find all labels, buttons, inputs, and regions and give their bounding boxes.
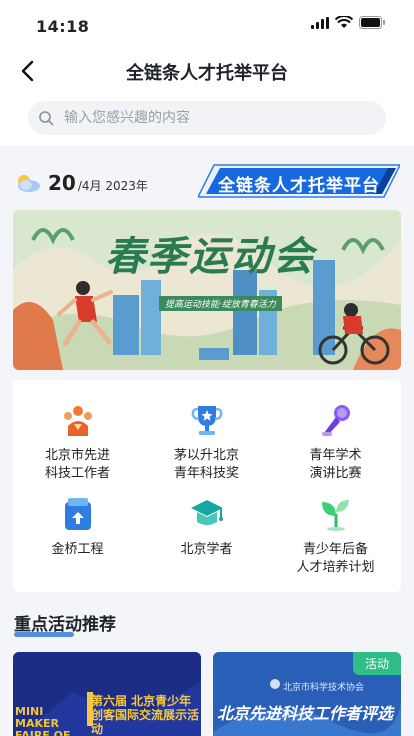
search-input[interactable]: [64, 110, 364, 126]
trophy-icon: [191, 406, 222, 435]
status-time: 14:18: [36, 17, 90, 36]
grid-item-label: 金桥工程: [51, 542, 104, 557]
search-box[interactable]: [28, 101, 386, 135]
date-row: 20 /4月 2023年: [14, 166, 148, 200]
search-bar: [0, 94, 414, 146]
bridge-box-icon: [64, 498, 91, 530]
people-group-icon: [63, 406, 92, 436]
activity-english-title: MINI MAKER FAIRE OF: [15, 705, 71, 736]
battery-icon: [359, 16, 385, 29]
activity-title: 北京先进科技工作者评选: [217, 704, 394, 723]
grid-item-golden-bridge[interactable]: 金桥工程: [13, 496, 142, 559]
signal-icon: [311, 16, 329, 29]
grid-item-mao-award[interactable]: 茅以升北京 青年科技奖: [142, 402, 271, 483]
grid-item-youth-talent[interactable]: 青少年后备 人才培养计划: [271, 496, 400, 577]
grid-item-speech-contest[interactable]: 青年学术 演讲比赛: [271, 402, 400, 483]
section-title: 重点活动推荐: [14, 615, 116, 635]
banner[interactable]: 春季运动会 提高运动技能·绽放青春活力: [13, 210, 401, 370]
page-title: 全链条人才托举平台: [126, 63, 288, 84]
platform-badge: 全链条人才托举平台: [198, 164, 400, 198]
activity-card[interactable]: 活动 北京市科学技术协会 北京先进科技工作者评选: [213, 652, 401, 736]
status-icons: [311, 16, 386, 29]
platform-badge-label: 全链条人才托举平台: [218, 176, 380, 196]
nav-bar: 全链条人才托举平台: [0, 48, 414, 94]
grid-item-label: 青年学术 演讲比赛: [309, 448, 362, 481]
grid-item-advanced-workers[interactable]: 北京市先进 科技工作者: [13, 402, 142, 483]
status-bar: 14:18: [0, 0, 414, 48]
grid-item-label: 北京市先进 科技工作者: [44, 448, 110, 481]
activity-title: 第六届 北京青少年创客国际交流展示活动: [91, 694, 200, 736]
date-day: 20: [48, 171, 76, 195]
graduation-cap-icon: [190, 500, 223, 525]
date-month-year: /4月 2023年: [77, 178, 148, 193]
banner-subtitle: 提高运动技能·绽放青春活力: [159, 296, 282, 311]
banner-title: 春季运动会: [105, 233, 315, 280]
grid-item-label: 青少年后备 人才培养计划: [296, 542, 375, 575]
weather-cloud-icon: [18, 175, 40, 192]
activity-card[interactable]: MINI MAKER FAIRE OF 第六届 北京青少年创客国际交流展示活动: [13, 652, 201, 736]
activity-tag: 活动: [352, 652, 401, 675]
grid-item-beijing-scholar[interactable]: 北京学者: [142, 496, 271, 559]
microphone-icon: [321, 405, 350, 436]
search-icon: [39, 111, 54, 126]
sprout-icon: [321, 500, 349, 531]
feature-grid: 北京市先进 科技工作者 茅以升北京 青年科技奖 青年学术 演讲比赛 金桥工程 北…: [13, 380, 401, 592]
grid-item-label: 茅以升北京 青年科技奖: [173, 448, 239, 481]
activity-organizer: 北京市科学技术协会: [283, 683, 365, 693]
wifi-icon: [335, 16, 353, 28]
grid-item-label: 北京学者: [180, 542, 233, 557]
